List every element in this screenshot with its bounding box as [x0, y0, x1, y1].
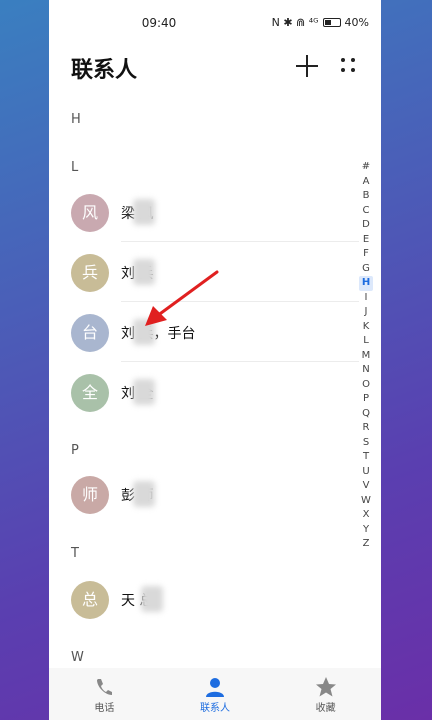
contact-row[interactable]: 兵 刘 兵: [49, 244, 359, 302]
redaction-blur: [133, 379, 155, 405]
index-letter[interactable]: #: [359, 160, 373, 175]
contact-row[interactable]: 总 天 总: [49, 571, 359, 629]
bottom-tab-bar: 电话 联系人 收藏: [49, 668, 381, 720]
tab-contacts[interactable]: 联系人: [160, 668, 271, 720]
index-letter[interactable]: Q: [359, 407, 373, 422]
index-letter[interactable]: X: [359, 508, 373, 523]
index-letter[interactable]: G: [359, 262, 373, 277]
contact-row[interactable]: 师 彭 师: [49, 466, 359, 524]
header: 联系人: [49, 44, 381, 94]
phone-screen: 09:40 N ✱ ⋒ ⁴ᴳ 40% 联系人 H L 风 梁 风 兵 刘 兵 台…: [49, 0, 381, 720]
index-letter[interactable]: L: [359, 334, 373, 349]
section-header-h: H: [71, 112, 81, 127]
index-letter[interactable]: Y: [359, 523, 373, 538]
redaction-blur: [133, 199, 155, 225]
signal-icons: N ✱ ⋒ ⁴ᴳ: [271, 16, 319, 29]
page-title: 联系人: [71, 58, 138, 83]
index-letter[interactable]: H: [359, 276, 373, 291]
avatar: 师: [71, 476, 109, 514]
divider: [121, 241, 359, 242]
avatar: 全: [71, 374, 109, 412]
divider: [121, 301, 359, 302]
index-letter[interactable]: V: [359, 479, 373, 494]
more-options-button[interactable]: [339, 56, 359, 76]
battery-percent: 40%: [344, 16, 369, 29]
status-bar: 09:40 N ✱ ⋒ ⁴ᴳ 40%: [49, 0, 381, 44]
index-letter[interactable]: I: [359, 291, 373, 306]
index-letter[interactable]: N: [359, 363, 373, 378]
avatar: 兵: [71, 254, 109, 292]
section-header-w: W: [71, 650, 84, 665]
redaction-blur: [141, 586, 163, 612]
index-letter[interactable]: R: [359, 421, 373, 436]
index-letter[interactable]: Z: [359, 537, 373, 552]
index-letter[interactable]: K: [359, 320, 373, 335]
battery-icon: [322, 18, 341, 27]
alphabet-index[interactable]: # A B C D E F G H I J K L M N O P Q R S T U V W X Y Z: [359, 160, 373, 552]
index-letter[interactable]: T: [359, 450, 373, 465]
section-header-l: L: [71, 160, 79, 175]
add-contact-button[interactable]: [295, 54, 319, 78]
phone-icon: [97, 679, 113, 695]
index-letter[interactable]: E: [359, 233, 373, 248]
index-letter[interactable]: W: [359, 494, 373, 509]
tab-favorites[interactable]: 收藏: [270, 668, 381, 720]
index-letter[interactable]: D: [359, 218, 373, 233]
redaction-blur: [133, 259, 155, 285]
divider: [121, 361, 359, 362]
avatar: 总: [71, 581, 109, 619]
index-letter[interactable]: F: [359, 247, 373, 262]
index-letter[interactable]: U: [359, 465, 373, 480]
tab-label: 联系人: [200, 703, 230, 714]
redaction-blur: [133, 319, 155, 345]
tab-label: 收藏: [315, 703, 336, 714]
person-icon: [206, 678, 224, 697]
contact-row[interactable]: 台 刘 兵，手台: [49, 304, 359, 362]
index-letter[interactable]: S: [359, 436, 373, 451]
index-letter[interactable]: M: [359, 349, 373, 364]
index-letter[interactable]: C: [359, 204, 373, 219]
index-letter[interactable]: J: [359, 305, 373, 320]
tab-label: 电话: [94, 703, 115, 714]
tab-phone[interactable]: 电话: [49, 668, 160, 720]
avatar: 风: [71, 194, 109, 232]
contact-row[interactable]: 全 刘 全: [49, 364, 359, 422]
section-header-t: T: [71, 546, 79, 561]
contact-row[interactable]: 风 梁 风: [49, 184, 359, 242]
status-time: 09:40: [141, 16, 177, 30]
index-letter[interactable]: A: [359, 175, 373, 190]
index-letter[interactable]: P: [359, 392, 373, 407]
index-letter[interactable]: B: [359, 189, 373, 204]
avatar: 台: [71, 314, 109, 352]
status-icons: N ✱ ⋒ ⁴ᴳ 40%: [272, 16, 369, 29]
star-icon: [315, 677, 336, 697]
index-letter[interactable]: O: [359, 378, 373, 393]
redaction-blur: [133, 481, 155, 507]
section-header-p: P: [71, 443, 79, 458]
